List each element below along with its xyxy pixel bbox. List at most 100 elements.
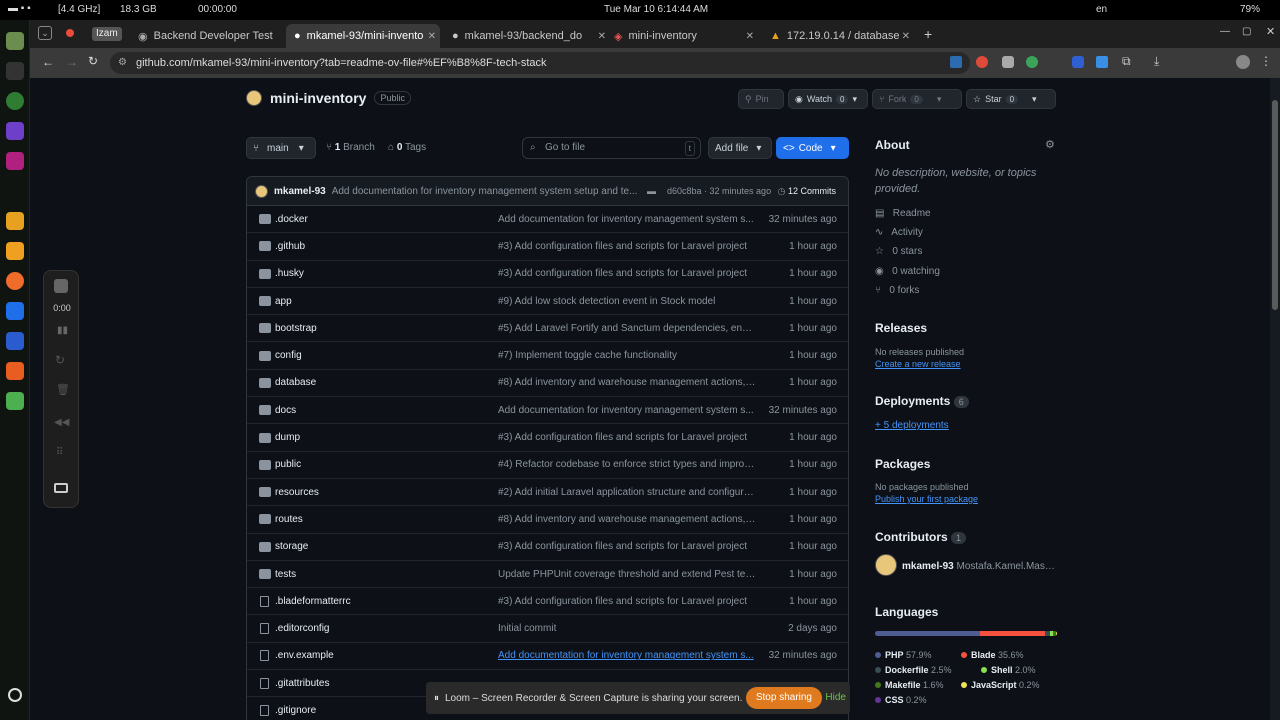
new-tab-icon[interactable]: + <box>924 26 932 42</box>
file-row[interactable]: .env.example Add documentation for invent… <box>247 643 848 671</box>
watching-link[interactable]: ◉ 0 watching <box>875 266 940 277</box>
pause-record-icon[interactable]: ▮▮ <box>57 325 68 336</box>
minimize-icon[interactable]: — <box>1220 26 1230 37</box>
file-row[interactable]: .husky #3) Add configuration files and sc… <box>247 261 848 288</box>
file-commit-message[interactable]: Add documentation for inventory manageme… <box>498 214 756 225</box>
battery-indicator[interactable]: 79% <box>1240 4 1260 15</box>
file-commit-message[interactable]: #7) Implement toggle cache functionality <box>498 350 756 361</box>
file-name[interactable]: tests <box>275 569 296 580</box>
contributors-heading[interactable]: Contributors 1 <box>875 530 967 544</box>
files-app-icon[interactable] <box>6 32 24 50</box>
file-name[interactable]: database <box>275 377 316 388</box>
file-row[interactable]: bootstrap #5) Add Laravel Fortify and San… <box>247 315 848 343</box>
file-name[interactable]: dump <box>275 432 300 443</box>
file-commit-message[interactable]: #3) Add configuration files and scripts … <box>498 541 756 552</box>
file-commit-message[interactable]: #5) Add Laravel Fortify and Sanctum depe… <box>498 323 756 334</box>
extension-icon-6[interactable] <box>1096 56 1108 68</box>
file-row[interactable]: .editorconfig Initial commit 2 days ago <box>247 615 848 643</box>
menu-kebab-icon[interactable]: ⋮ <box>1260 54 1272 68</box>
file-commit-message[interactable]: #3) Add configuration files and scripts … <box>498 432 756 443</box>
publish-package-link[interactable]: Publish your first package <box>875 494 978 504</box>
tab-close-icon[interactable]: ✕ <box>598 31 606 42</box>
releases-heading[interactable]: Releases <box>875 321 927 335</box>
owner-avatar[interactable] <box>246 90 262 106</box>
author-avatar[interactable] <box>255 184 268 198</box>
file-commit-message[interactable]: Add documentation for inventory manageme… <box>498 650 756 661</box>
app-icon-blue[interactable] <box>6 332 24 350</box>
file-row[interactable]: tests Update PHPUnit coverage threshold a… <box>247 561 848 589</box>
file-name[interactable]: .env.example <box>275 650 334 661</box>
watch-button[interactable]: ◉ Watch 0 ▾ <box>788 89 868 109</box>
file-row[interactable]: database #8) Add inventory and warehouse … <box>247 370 848 398</box>
create-release-link[interactable]: Create a new release <box>875 359 961 369</box>
forward-icon[interactable]: → <box>66 55 78 69</box>
stars-link[interactable]: ☆ 0 stars <box>875 246 922 257</box>
file-commit-message[interactable]: #8) Add inventory and warehouse manageme… <box>498 514 756 525</box>
extensions-puzzle-icon[interactable]: ⧉ <box>1122 54 1131 69</box>
commit-author[interactable]: mkamel-93 <box>274 186 326 197</box>
sublime-app-icon[interactable] <box>6 212 24 230</box>
file-row[interactable]: .bladeformatterrc #3) Add configuration f… <box>247 588 848 616</box>
file-name[interactable]: routes <box>275 514 303 525</box>
scrollbar-thumb[interactable] <box>1272 100 1278 310</box>
tab-close-icon[interactable]: ✕ <box>428 31 436 42</box>
file-name[interactable]: config <box>275 350 302 361</box>
tab-backend-repo[interactable]: ● mkamel-93/backend_do ✕ <box>444 24 610 48</box>
file-name[interactable]: .gitignore <box>275 705 316 716</box>
file-name[interactable]: app <box>275 296 292 307</box>
packages-heading[interactable]: Packages <box>875 457 930 471</box>
activity-link[interactable]: ∿ Activity <box>875 227 923 238</box>
file-commit-message[interactable]: #8) Add inventory and warehouse manageme… <box>498 377 756 388</box>
file-commit-message[interactable]: #3) Add configuration files and scripts … <box>498 241 756 252</box>
activities-icon[interactable]: ▬ ▪ ▪ <box>8 3 31 14</box>
file-name[interactable]: bootstrap <box>275 323 317 334</box>
file-row[interactable]: storage #3) Add configuration files and s… <box>247 534 848 561</box>
pin-button[interactable]: ⚲ Pin <box>738 89 784 109</box>
file-row[interactable]: app #9) Add low stock detection event in … <box>247 288 848 316</box>
restart-icon[interactable]: ↻ <box>55 353 65 367</box>
tab-backend-developer-test[interactable]: ◉ Backend Developer Test <box>130 24 286 48</box>
file-row[interactable]: docs Add documentation for inventory mana… <box>247 397 848 425</box>
language-item[interactable]: PHP 57.9% <box>875 650 932 660</box>
file-name[interactable]: storage <box>275 541 308 552</box>
file-name[interactable]: resources <box>275 487 319 498</box>
deployments-link[interactable]: + 5 deployments <box>875 420 949 431</box>
language-item[interactable]: CSS 0.2% <box>875 695 927 705</box>
code-button[interactable]: <> Code ▾ <box>776 137 849 159</box>
delete-icon[interactable]: 🗑 <box>56 383 70 396</box>
tab-close-icon[interactable]: ✕ <box>746 31 754 42</box>
terminal-app-icon[interactable] <box>6 62 24 80</box>
file-commit-message[interactable]: #2) Add initial Laravel application stru… <box>498 487 756 498</box>
language-item[interactable]: Makefile 1.6% <box>875 680 944 690</box>
file-name[interactable]: .docker <box>275 214 308 225</box>
profile-badge[interactable]: Izam <box>92 27 122 41</box>
file-row[interactable]: routes #8) Add inventory and warehouse ma… <box>247 506 848 534</box>
language-indicator[interactable]: en <box>1096 4 1107 15</box>
trash-app-icon[interactable] <box>6 392 24 410</box>
repo-name[interactable]: mini-inventory <box>270 90 366 106</box>
file-name[interactable]: .editorconfig <box>275 623 329 634</box>
file-name[interactable]: public <box>275 459 301 470</box>
forks-link[interactable]: ⑂ 0 forks <box>875 285 919 296</box>
branches-link[interactable]: ⑂ 1 Branch <box>326 142 375 153</box>
close-window-icon[interactable]: ✕ <box>1266 25 1275 38</box>
file-row[interactable]: dump #3) Add configuration files and scri… <box>247 424 848 452</box>
address-bar[interactable]: ⚙ github.com/mkamel-93/mini-inventory?ta… <box>110 52 970 74</box>
reload-icon[interactable]: ↻ <box>88 54 98 68</box>
file-name[interactable]: .github <box>275 241 305 252</box>
readme-link[interactable]: ▤ Readme <box>875 208 931 219</box>
extension-icon-1[interactable] <box>950 56 962 68</box>
file-commit-message[interactable]: Add documentation for inventory manageme… <box>498 405 756 416</box>
stop-sharing-button[interactable]: Stop sharing <box>745 687 822 709</box>
file-name[interactable]: docs <box>275 405 296 416</box>
tab-phpmyadmin[interactable]: ▲ 172.19.0.14 / database ✕ <box>762 24 914 48</box>
commits-link[interactable]: ◷ 12 Commits <box>778 186 836 197</box>
back-icon[interactable]: ← <box>42 55 54 69</box>
extension-icon-2[interactable] <box>976 56 988 68</box>
tags-link[interactable]: ⌂ 0 Tags <box>388 142 426 153</box>
app-icon-orange[interactable] <box>6 362 24 380</box>
contributor-row[interactable]: mkamel-93 Mostafa.Kamel.Maso... <box>902 561 1057 572</box>
file-row[interactable]: .docker Add documentation for inventory m… <box>247 206 848 234</box>
language-item[interactable]: JavaScript 0.2% <box>961 680 1040 690</box>
extension-icon-5[interactable] <box>1072 56 1084 68</box>
